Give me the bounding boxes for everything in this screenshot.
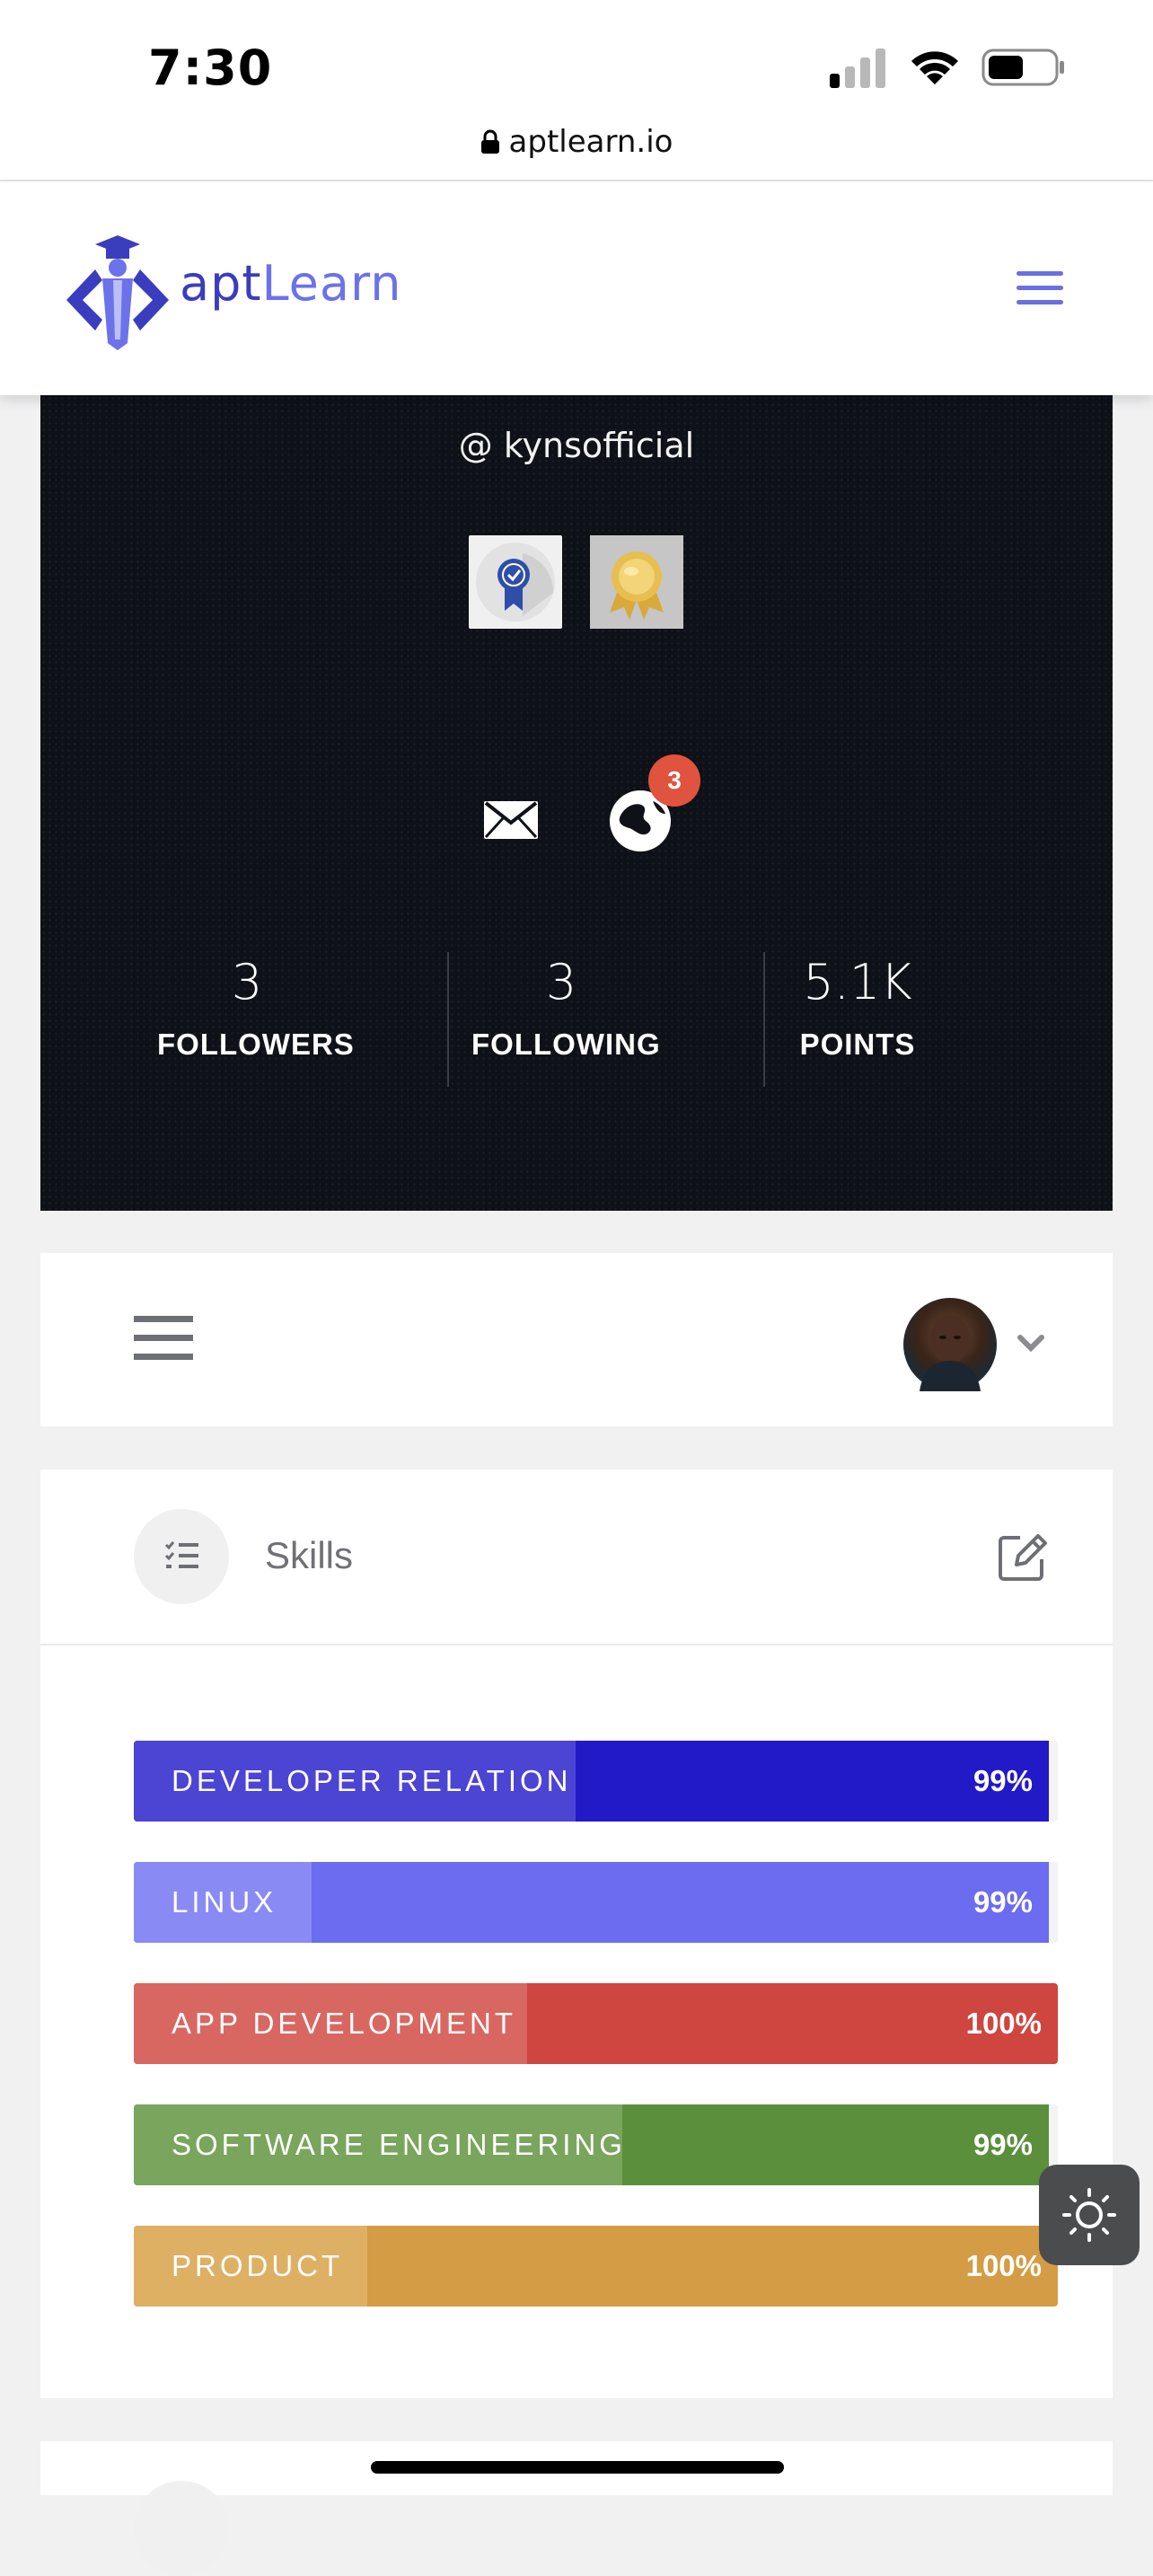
skill-percent: 99%: [973, 1885, 1033, 1919]
skill-bar: DEVELOPER RELATION 99%: [134, 1741, 1058, 1822]
status-time: 7:30: [148, 40, 273, 96]
skills-header: Skills: [40, 1469, 1113, 1645]
skill-bar: SOFTWARE ENGINEERING 99%: [134, 2104, 1058, 2185]
skill-percent: 99%: [973, 2128, 1033, 2161]
notification-count-badge: 3: [648, 754, 700, 807]
site-header: aptLearn: [0, 181, 1153, 395]
skill-bar: LINUX 99%: [134, 1862, 1058, 1943]
logo-wordmark[interactable]: aptLearn: [180, 255, 401, 312]
profile-username: @ kynsofficial: [458, 426, 695, 465]
skill-name: PRODUCT: [172, 2249, 344, 2282]
skill-name: DEVELOPER RELATION: [172, 1764, 572, 1797]
aptlearn-logo-icon[interactable]: [59, 226, 176, 352]
ribbon-badge-icon[interactable]: [469, 535, 562, 629]
points-label: POINTS: [799, 1028, 916, 1061]
site-menu-hamburger-icon[interactable]: [1017, 271, 1063, 307]
skills-card: Skills DEVELOPER RELATION 99% LINUX 99% APP …: [40, 1469, 1113, 2398]
browser-url-bar[interactable]: aptlearn.io: [0, 117, 1153, 181]
checklist-icon: [134, 1509, 229, 1604]
profile-banner: @ kynsofficial 3 3 FOLLOWERS 3 FOLLOWING…: [40, 395, 1113, 1211]
edit-icon[interactable]: [997, 1531, 1049, 1583]
mail-icon[interactable]: [482, 799, 540, 841]
followers-count: 3: [231, 954, 263, 1010]
url-text: aptlearn.io: [508, 124, 673, 160]
home-indicator[interactable]: [371, 2461, 784, 2474]
skill-name: APP DEVELOPMENT: [172, 2007, 516, 2040]
followers-label: FOLLOWERS: [157, 1028, 355, 1061]
stat-points[interactable]: 5.1K POINTS: [786, 954, 929, 1062]
profile-menu-card: [40, 1253, 1113, 1426]
chevron-down-icon[interactable]: [1015, 1332, 1047, 1355]
skill-name: SOFTWARE ENGINEERING: [172, 2128, 626, 2161]
lock-icon: [480, 129, 499, 154]
logo-text-apt: apt: [180, 255, 262, 312]
stat-divider: [447, 952, 449, 1087]
skills-title: Skills: [265, 1534, 354, 1576]
stat-followers[interactable]: 3 FOLLOWERS: [157, 954, 355, 1062]
battery-icon: [981, 49, 1064, 86]
skill-percent: 100%: [965, 2249, 1042, 2282]
stat-divider: [763, 952, 765, 1087]
stat-following[interactable]: 3 FOLLOWING: [471, 954, 661, 1062]
skill-percent: 100%: [965, 2007, 1042, 2040]
wifi-icon: [911, 51, 958, 84]
skill-percent: 99%: [973, 1764, 1033, 1797]
cellular-signal-icon: [830, 49, 885, 88]
profile-menu-hamburger-icon[interactable]: [134, 1316, 193, 1364]
status-bar: 7:30: [0, 0, 1153, 117]
theme-toggle-button[interactable]: [1039, 2165, 1140, 2265]
gold-medal-badge-icon[interactable]: [590, 535, 683, 629]
sun-icon: [1062, 2188, 1116, 2242]
skill-name: LINUX: [172, 1885, 277, 1919]
logo-text-learn: Learn: [261, 255, 402, 312]
skill-bar: PRODUCT 100%: [134, 2226, 1058, 2307]
skill-bar: APP DEVELOPMENT 100%: [134, 1983, 1058, 2064]
following-count: 3: [545, 954, 577, 1010]
following-label: FOLLOWING: [471, 1028, 661, 1061]
points-count: 5.1K: [803, 954, 912, 1010]
avatar[interactable]: [903, 1298, 997, 1391]
